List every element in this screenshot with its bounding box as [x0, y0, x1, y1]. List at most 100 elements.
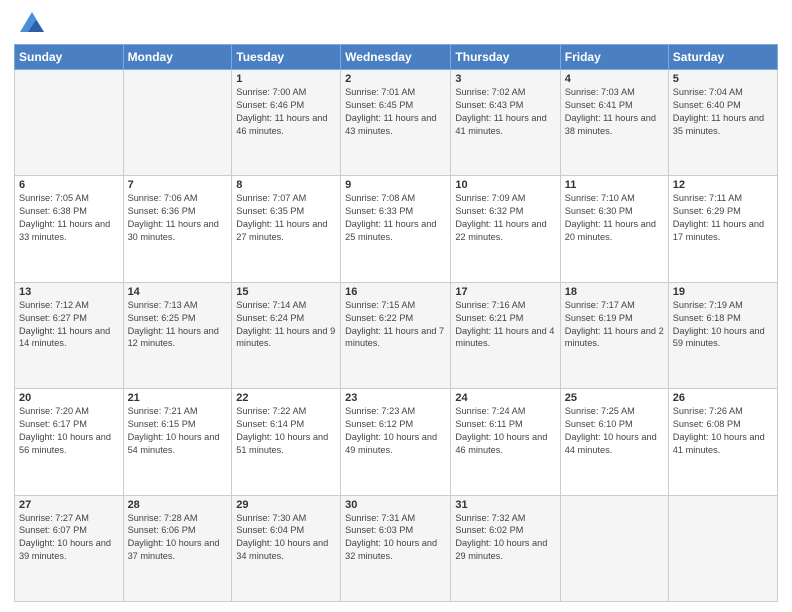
- calendar-week-3: 13Sunrise: 7:12 AM Sunset: 6:27 PM Dayli…: [15, 282, 778, 388]
- day-number: 19: [673, 286, 773, 298]
- day-number: 16: [345, 286, 446, 298]
- day-number: 4: [565, 73, 664, 85]
- day-info: Sunrise: 7:27 AM Sunset: 6:07 PM Dayligh…: [19, 512, 119, 564]
- day-info: Sunrise: 7:03 AM Sunset: 6:41 PM Dayligh…: [565, 86, 664, 138]
- calendar-cell: 3Sunrise: 7:02 AM Sunset: 6:43 PM Daylig…: [451, 70, 560, 176]
- day-number: 29: [236, 499, 336, 511]
- day-number: 17: [455, 286, 555, 298]
- day-number: 1: [236, 73, 336, 85]
- day-info: Sunrise: 7:06 AM Sunset: 6:36 PM Dayligh…: [128, 192, 228, 244]
- day-number: 6: [19, 179, 119, 191]
- day-number: 15: [236, 286, 336, 298]
- day-number: 2: [345, 73, 446, 85]
- calendar-cell: [123, 70, 232, 176]
- calendar-week-4: 20Sunrise: 7:20 AM Sunset: 6:17 PM Dayli…: [15, 389, 778, 495]
- day-info: Sunrise: 7:15 AM Sunset: 6:22 PM Dayligh…: [345, 299, 446, 351]
- calendar-cell: 13Sunrise: 7:12 AM Sunset: 6:27 PM Dayli…: [15, 282, 124, 388]
- calendar-cell: 29Sunrise: 7:30 AM Sunset: 6:04 PM Dayli…: [232, 495, 341, 601]
- day-info: Sunrise: 7:10 AM Sunset: 6:30 PM Dayligh…: [565, 192, 664, 244]
- weekday-header-sunday: Sunday: [15, 45, 124, 70]
- day-info: Sunrise: 7:02 AM Sunset: 6:43 PM Dayligh…: [455, 86, 555, 138]
- day-info: Sunrise: 7:08 AM Sunset: 6:33 PM Dayligh…: [345, 192, 446, 244]
- day-info: Sunrise: 7:01 AM Sunset: 6:45 PM Dayligh…: [345, 86, 446, 138]
- page: SundayMondayTuesdayWednesdayThursdayFrid…: [0, 0, 792, 612]
- calendar-cell: 25Sunrise: 7:25 AM Sunset: 6:10 PM Dayli…: [560, 389, 668, 495]
- calendar-cell: 22Sunrise: 7:22 AM Sunset: 6:14 PM Dayli…: [232, 389, 341, 495]
- day-info: Sunrise: 7:09 AM Sunset: 6:32 PM Dayligh…: [455, 192, 555, 244]
- day-info: Sunrise: 7:13 AM Sunset: 6:25 PM Dayligh…: [128, 299, 228, 351]
- calendar-cell: 2Sunrise: 7:01 AM Sunset: 6:45 PM Daylig…: [341, 70, 451, 176]
- day-number: 20: [19, 392, 119, 404]
- weekday-header-saturday: Saturday: [668, 45, 777, 70]
- calendar-table: SundayMondayTuesdayWednesdayThursdayFrid…: [14, 44, 778, 602]
- calendar-cell: 19Sunrise: 7:19 AM Sunset: 6:18 PM Dayli…: [668, 282, 777, 388]
- calendar-cell: 12Sunrise: 7:11 AM Sunset: 6:29 PM Dayli…: [668, 176, 777, 282]
- day-number: 30: [345, 499, 446, 511]
- day-info: Sunrise: 7:24 AM Sunset: 6:11 PM Dayligh…: [455, 405, 555, 457]
- day-number: 8: [236, 179, 336, 191]
- day-number: 25: [565, 392, 664, 404]
- day-info: Sunrise: 7:19 AM Sunset: 6:18 PM Dayligh…: [673, 299, 773, 351]
- calendar-cell: 1Sunrise: 7:00 AM Sunset: 6:46 PM Daylig…: [232, 70, 341, 176]
- day-number: 5: [673, 73, 773, 85]
- calendar-cell: 4Sunrise: 7:03 AM Sunset: 6:41 PM Daylig…: [560, 70, 668, 176]
- calendar-cell: 24Sunrise: 7:24 AM Sunset: 6:11 PM Dayli…: [451, 389, 560, 495]
- logo: [14, 10, 46, 38]
- weekday-header-friday: Friday: [560, 45, 668, 70]
- day-info: Sunrise: 7:11 AM Sunset: 6:29 PM Dayligh…: [673, 192, 773, 244]
- day-info: Sunrise: 7:05 AM Sunset: 6:38 PM Dayligh…: [19, 192, 119, 244]
- calendar-cell: 20Sunrise: 7:20 AM Sunset: 6:17 PM Dayli…: [15, 389, 124, 495]
- day-number: 24: [455, 392, 555, 404]
- day-number: 26: [673, 392, 773, 404]
- calendar-cell: 21Sunrise: 7:21 AM Sunset: 6:15 PM Dayli…: [123, 389, 232, 495]
- calendar-cell: [668, 495, 777, 601]
- weekday-header-thursday: Thursday: [451, 45, 560, 70]
- day-number: 10: [455, 179, 555, 191]
- day-number: 21: [128, 392, 228, 404]
- day-info: Sunrise: 7:00 AM Sunset: 6:46 PM Dayligh…: [236, 86, 336, 138]
- day-info: Sunrise: 7:23 AM Sunset: 6:12 PM Dayligh…: [345, 405, 446, 457]
- day-info: Sunrise: 7:30 AM Sunset: 6:04 PM Dayligh…: [236, 512, 336, 564]
- day-info: Sunrise: 7:31 AM Sunset: 6:03 PM Dayligh…: [345, 512, 446, 564]
- weekday-header-row: SundayMondayTuesdayWednesdayThursdayFrid…: [15, 45, 778, 70]
- calendar-cell: 16Sunrise: 7:15 AM Sunset: 6:22 PM Dayli…: [341, 282, 451, 388]
- calendar-week-2: 6Sunrise: 7:05 AM Sunset: 6:38 PM Daylig…: [15, 176, 778, 282]
- day-number: 28: [128, 499, 228, 511]
- day-number: 23: [345, 392, 446, 404]
- day-info: Sunrise: 7:32 AM Sunset: 6:02 PM Dayligh…: [455, 512, 555, 564]
- day-number: 13: [19, 286, 119, 298]
- day-info: Sunrise: 7:16 AM Sunset: 6:21 PM Dayligh…: [455, 299, 555, 351]
- calendar-cell: 23Sunrise: 7:23 AM Sunset: 6:12 PM Dayli…: [341, 389, 451, 495]
- calendar-cell: 14Sunrise: 7:13 AM Sunset: 6:25 PM Dayli…: [123, 282, 232, 388]
- day-info: Sunrise: 7:04 AM Sunset: 6:40 PM Dayligh…: [673, 86, 773, 138]
- weekday-header-wednesday: Wednesday: [341, 45, 451, 70]
- day-number: 27: [19, 499, 119, 511]
- day-info: Sunrise: 7:14 AM Sunset: 6:24 PM Dayligh…: [236, 299, 336, 351]
- calendar-cell: 31Sunrise: 7:32 AM Sunset: 6:02 PM Dayli…: [451, 495, 560, 601]
- day-info: Sunrise: 7:21 AM Sunset: 6:15 PM Dayligh…: [128, 405, 228, 457]
- calendar-cell: 8Sunrise: 7:07 AM Sunset: 6:35 PM Daylig…: [232, 176, 341, 282]
- day-info: Sunrise: 7:26 AM Sunset: 6:08 PM Dayligh…: [673, 405, 773, 457]
- day-info: Sunrise: 7:17 AM Sunset: 6:19 PM Dayligh…: [565, 299, 664, 351]
- day-number: 12: [673, 179, 773, 191]
- calendar-cell: 17Sunrise: 7:16 AM Sunset: 6:21 PM Dayli…: [451, 282, 560, 388]
- calendar-week-1: 1Sunrise: 7:00 AM Sunset: 6:46 PM Daylig…: [15, 70, 778, 176]
- calendar-cell: 18Sunrise: 7:17 AM Sunset: 6:19 PM Dayli…: [560, 282, 668, 388]
- calendar-cell: 10Sunrise: 7:09 AM Sunset: 6:32 PM Dayli…: [451, 176, 560, 282]
- day-number: 3: [455, 73, 555, 85]
- calendar-cell: 28Sunrise: 7:28 AM Sunset: 6:06 PM Dayli…: [123, 495, 232, 601]
- day-number: 9: [345, 179, 446, 191]
- weekday-header-monday: Monday: [123, 45, 232, 70]
- day-number: 31: [455, 499, 555, 511]
- day-info: Sunrise: 7:22 AM Sunset: 6:14 PM Dayligh…: [236, 405, 336, 457]
- calendar-week-5: 27Sunrise: 7:27 AM Sunset: 6:07 PM Dayli…: [15, 495, 778, 601]
- day-info: Sunrise: 7:12 AM Sunset: 6:27 PM Dayligh…: [19, 299, 119, 351]
- calendar-cell: 30Sunrise: 7:31 AM Sunset: 6:03 PM Dayli…: [341, 495, 451, 601]
- weekday-header-tuesday: Tuesday: [232, 45, 341, 70]
- calendar-cell: 15Sunrise: 7:14 AM Sunset: 6:24 PM Dayli…: [232, 282, 341, 388]
- day-info: Sunrise: 7:25 AM Sunset: 6:10 PM Dayligh…: [565, 405, 664, 457]
- calendar-cell: 11Sunrise: 7:10 AM Sunset: 6:30 PM Dayli…: [560, 176, 668, 282]
- header: [14, 10, 778, 38]
- calendar-cell: [560, 495, 668, 601]
- day-number: 11: [565, 179, 664, 191]
